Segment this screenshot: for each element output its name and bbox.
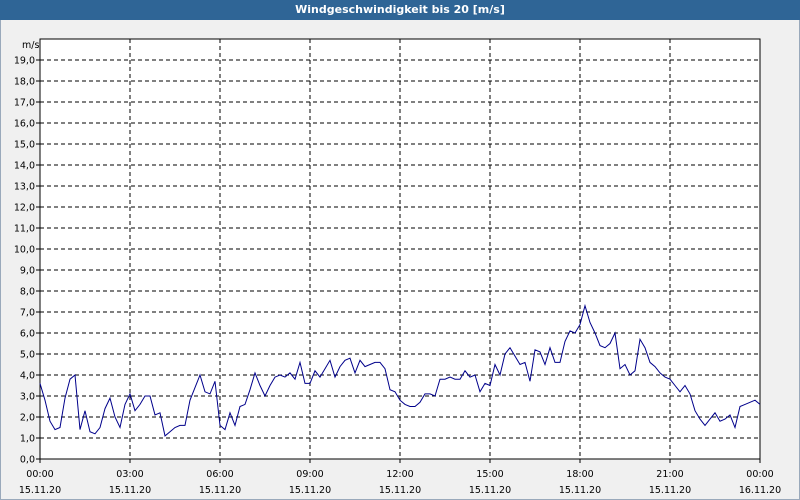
x-tick-date-label: 15.11.20 [289, 485, 331, 496]
wind-speed-chart: m/s 0,0 1,0 2,0 3,0 4,0 5,0 6,0 7,0 8,0 9,0 10,0 11… [14, 38, 781, 496]
x-tick-time-label: 03:00 [116, 469, 143, 480]
y-tick-label: 14,0 [14, 161, 35, 172]
y-tick-label: 2,0 [20, 413, 35, 424]
y-tick-label: 11,0 [14, 224, 35, 235]
x-tick-time-label: 18:00 [566, 469, 593, 480]
y-tick-label: 12,0 [14, 203, 35, 214]
x-tick-date-label: 15.11.20 [469, 485, 511, 496]
y-tick-label: 19,0 [14, 56, 35, 67]
x-tick-time-label: 00:00 [746, 469, 773, 480]
x-tick-time-label: 21:00 [656, 469, 683, 480]
y-tick-label: 4,0 [20, 371, 35, 382]
y-tick-label: 17,0 [14, 98, 35, 109]
x-tick-date-label: 15.11.20 [19, 485, 61, 496]
x-tick-time-label: 09:00 [296, 469, 323, 480]
y-tick-label: 18,0 [14, 77, 35, 88]
x-tick-date-label: 15.11.20 [109, 485, 151, 496]
y-tick-label: 3,0 [20, 392, 35, 403]
y-axis-ticks: 0,0 1,0 2,0 3,0 4,0 5,0 6,0 7,0 8,0 9,0 10,0 11,0 12… [14, 56, 40, 466]
x-tick-date-label: 15.11.20 [559, 485, 601, 496]
y-tick-label: 1,0 [20, 434, 35, 445]
y-axis-unit-label: m/s [22, 40, 39, 51]
y-tick-label: 5,0 [20, 350, 35, 361]
x-tick-time-label: 12:00 [386, 469, 413, 480]
y-tick-label: 16,0 [14, 119, 35, 130]
y-tick-label: 7,0 [20, 308, 35, 319]
y-tick-label: 0,0 [20, 455, 35, 466]
y-tick-label: 13,0 [14, 182, 35, 193]
x-axis-ticks: 00:00 15.11.20 03:00 15.11.20 06:00 15.11.20 0… [19, 459, 781, 496]
y-tick-label: 10,0 [14, 245, 35, 256]
x-tick-date-label: 16.11.20 [739, 485, 781, 496]
x-tick-time-label: 06:00 [206, 469, 233, 480]
x-tick-date-label: 15.11.20 [379, 485, 421, 496]
x-tick-date-label: 15.11.20 [199, 485, 241, 496]
x-tick-time-label: 15:00 [476, 469, 503, 480]
x-tick-time-label: 00:00 [26, 469, 53, 480]
x-tick-date-label: 15.11.20 [649, 485, 691, 496]
y-tick-label: 9,0 [20, 266, 35, 277]
y-tick-label: 15,0 [14, 140, 35, 151]
y-tick-label: 8,0 [20, 287, 35, 298]
y-tick-label: 6,0 [20, 329, 35, 340]
